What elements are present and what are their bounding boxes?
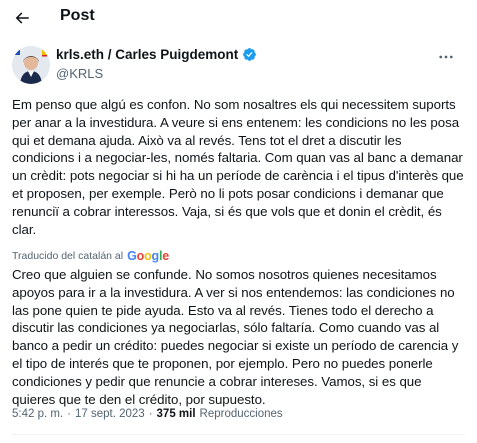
- display-name[interactable]: krls.eth / Carles Puigdemont: [56, 47, 238, 62]
- translation-attribution: Traducido del catalán al Google: [12, 249, 169, 263]
- views-label: Reproducciones: [199, 408, 283, 420]
- verified-badge-icon: [243, 48, 257, 61]
- tweet-time[interactable]: 5:42 p. m.: [12, 408, 63, 420]
- more-horizontal-icon: [439, 55, 453, 59]
- meta-separator: ·: [67, 408, 71, 420]
- more-button[interactable]: [435, 48, 457, 66]
- tweet-metadata: 5:42 p. m. · 17 sept. 2023 · 375 mil Rep…: [12, 408, 283, 420]
- avatar[interactable]: [12, 46, 50, 84]
- divider: [12, 434, 465, 435]
- translation-label: Traducido del catalán al: [12, 250, 124, 262]
- views-count: 375 mil: [156, 408, 196, 420]
- author-name-row: krls.eth / Carles Puigdemont: [56, 47, 257, 62]
- back-arrow-icon: [15, 12, 29, 24]
- author-handle[interactable]: @KRLS: [56, 66, 103, 81]
- tweet-text: Em penso que algú es confon. No som nosa…: [12, 97, 464, 237]
- page-title: Post: [60, 7, 95, 24]
- back-button[interactable]: [10, 6, 34, 30]
- meta-separator-2: ·: [148, 408, 153, 420]
- tweet-date[interactable]: 17 sept. 2023: [75, 408, 145, 420]
- translated-tweet-text: Creo que alguien se confunde. No somos n…: [12, 267, 459, 407]
- avatar-image: [12, 46, 50, 84]
- top-bar: Post: [0, 0, 477, 38]
- google-logo: Google: [127, 249, 169, 263]
- tweet-author: krls.eth / Carles Puigdemont @KRLS: [12, 44, 467, 90]
